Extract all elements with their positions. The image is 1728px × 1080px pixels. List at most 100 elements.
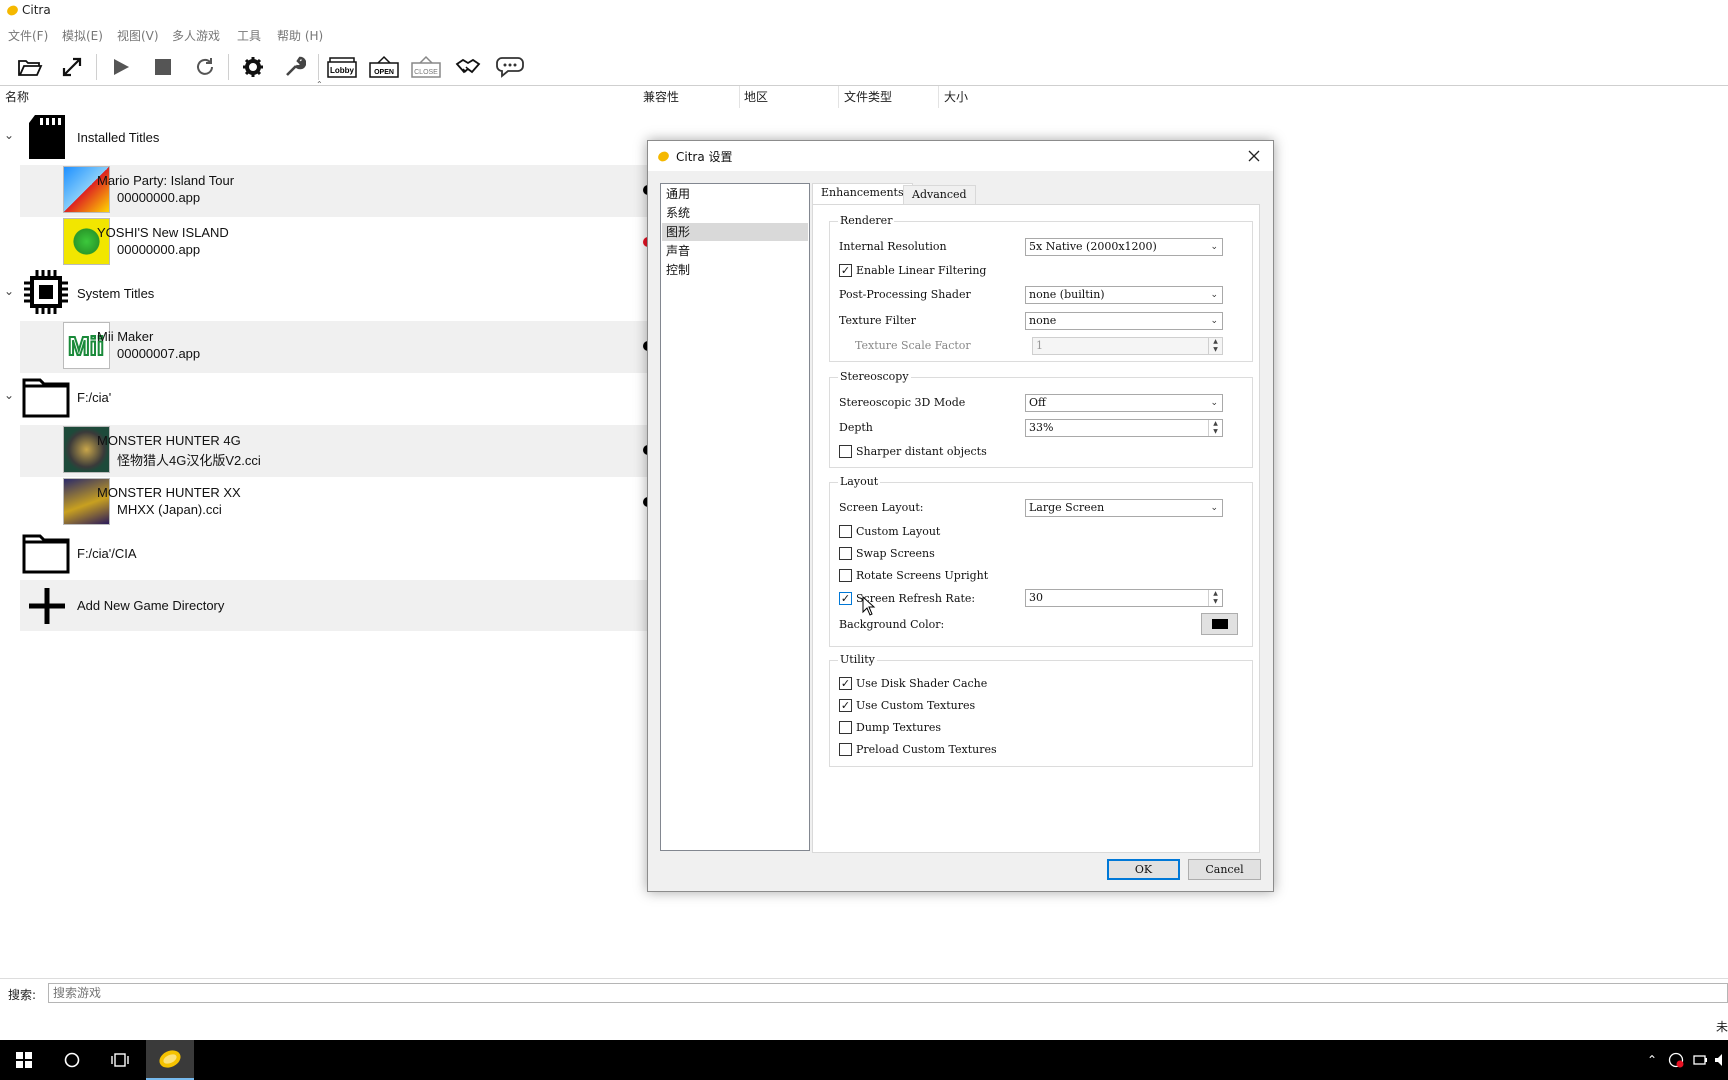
- checkbox-checked: ✓: [839, 263, 852, 277]
- search-taskbar-button[interactable]: [48, 1040, 96, 1080]
- linear-filtering-checkbox[interactable]: ✓ Enable Linear Filtering: [839, 263, 986, 277]
- game-row[interactable]: MONSTER HUNTER 4G 怪物猎人4G汉化版V2.cci: [20, 425, 650, 477]
- game-row[interactable]: Mii Mii Maker 00000007.app: [20, 321, 650, 373]
- expand-toggle-icon[interactable]: ⌄: [4, 284, 14, 298]
- category-general[interactable]: 通用: [662, 185, 808, 203]
- expand-toggle-icon[interactable]: ⌄: [4, 388, 14, 402]
- game-title: YOSHI'S New ISLAND: [97, 225, 229, 240]
- folder-icon: [22, 378, 70, 418]
- refresh-rate-checkbox[interactable]: ✓ Screen Refresh Rate:: [839, 591, 975, 605]
- stop-button[interactable]: [147, 52, 179, 82]
- dump-textures-checkbox[interactable]: Dump Textures: [839, 720, 941, 734]
- preload-textures-checkbox[interactable]: Preload Custom Textures: [839, 742, 997, 756]
- stereo-mode-label: Stereoscopic 3D Mode: [839, 396, 966, 409]
- game-filename: 怪物猎人4G汉化版V2.cci: [117, 453, 261, 468]
- group-label-cia[interactable]: F:/cia': [77, 390, 111, 405]
- game-row[interactable]: MONSTER HUNTER XX MHXX (Japan).cci: [20, 477, 650, 529]
- menu-emulation[interactable]: 模拟(E): [62, 27, 103, 44]
- post-processing-select[interactable]: none (builtin) ⌄: [1025, 286, 1223, 304]
- menu-tools[interactable]: 工具: [237, 27, 261, 44]
- disk-shader-cache-checkbox[interactable]: ✓ Use Disk Shader Cache: [839, 676, 987, 690]
- select-value: none: [1029, 314, 1057, 327]
- column-compatibility[interactable]: 兼容性: [643, 88, 679, 108]
- network-icon[interactable]: [1664, 1040, 1688, 1080]
- rotate-screens-checkbox[interactable]: Rotate Screens Upright: [839, 568, 988, 582]
- column-region[interactable]: 地区: [744, 88, 768, 108]
- sd-card-icon: [29, 115, 65, 159]
- menu-multiplayer[interactable]: 多人游戏: [172, 27, 220, 44]
- close-room-button[interactable]: CLOSE: [410, 52, 442, 82]
- restart-button[interactable]: [189, 52, 221, 82]
- menu-help[interactable]: 帮助 (H): [277, 27, 323, 44]
- close-room-icon: CLOSE: [411, 55, 441, 78]
- custom-layout-checkbox[interactable]: Custom Layout: [839, 524, 940, 538]
- tray-overflow-icon[interactable]: ⌃: [1640, 1040, 1664, 1080]
- tab-advanced[interactable]: Advanced: [903, 185, 976, 205]
- settings-button[interactable]: [237, 52, 269, 82]
- texture-filter-select[interactable]: none ⌄: [1025, 312, 1223, 330]
- game-title: MONSTER HUNTER 4G: [97, 433, 241, 448]
- spin-arrows-icon: ▲ ▼: [1208, 420, 1222, 436]
- screen-layout-select[interactable]: Large Screen ⌄: [1025, 499, 1223, 517]
- category-system[interactable]: 系统: [662, 204, 808, 222]
- ok-button[interactable]: OK: [1107, 859, 1180, 880]
- category-controls[interactable]: 控制: [662, 261, 808, 279]
- citra-taskbar-button[interactable]: [146, 1040, 194, 1080]
- category-graphics[interactable]: 图形: [662, 223, 808, 241]
- svg-text:Lobby: Lobby: [330, 66, 355, 75]
- group-label-installed[interactable]: Installed Titles: [77, 130, 159, 145]
- group-label-system[interactable]: System Titles: [77, 286, 154, 301]
- checkbox-label: Rotate Screens Upright: [856, 568, 989, 582]
- refresh-rate-spinbox[interactable]: 30 ▲ ▼: [1025, 589, 1223, 607]
- background-color-button[interactable]: [1201, 613, 1238, 635]
- open-folder-icon: [18, 60, 43, 76]
- task-view-button[interactable]: [96, 1040, 144, 1080]
- menu-view[interactable]: 视图(V): [117, 27, 159, 44]
- stereo-mode-select[interactable]: Off ⌄: [1025, 394, 1223, 412]
- toolbar: Lobby OPEN CLOSE: [0, 48, 1728, 86]
- utility-group: Utility ✓ Use Disk Shader Cache ✓ Use Cu…: [829, 653, 1253, 767]
- search-label: 搜索:: [8, 988, 37, 1002]
- custom-textures-checkbox[interactable]: ✓ Use Custom Textures: [839, 698, 975, 712]
- chat-button[interactable]: [494, 52, 526, 82]
- expand-toggle-icon[interactable]: ⌄: [4, 128, 14, 142]
- menu-file[interactable]: 文件(F): [8, 27, 48, 44]
- search-input[interactable]: [48, 983, 1728, 1003]
- game-row[interactable]: YOSHI'S New ISLAND 00000000.app: [20, 217, 650, 269]
- volume-icon[interactable]: [1712, 1040, 1728, 1080]
- open-room-button[interactable]: OPEN: [368, 52, 400, 82]
- folder-icon: [22, 534, 70, 574]
- battery-icon[interactable]: [1688, 1040, 1712, 1080]
- sharper-objects-checkbox[interactable]: Sharper distant objects: [839, 444, 987, 458]
- game-filename: MHXX (Japan).cci: [117, 502, 222, 517]
- depth-spinbox[interactable]: 33% ▲ ▼: [1025, 419, 1223, 437]
- column-name[interactable]: 名称: [5, 88, 29, 108]
- play-button[interactable]: [105, 52, 137, 82]
- category-audio[interactable]: 声音: [662, 242, 808, 260]
- game-row[interactable]: Mario Party: Island Tour 00000000.app: [20, 165, 650, 217]
- citra-logo-icon: [159, 1050, 181, 1068]
- column-size[interactable]: 大小: [944, 88, 968, 108]
- column-file-type[interactable]: 文件类型: [844, 88, 892, 108]
- group-label-cia-sub[interactable]: F:/cia'/CIA: [77, 546, 137, 561]
- connect-button[interactable]: [452, 52, 484, 82]
- tab-enhancements[interactable]: Enhancements: [812, 183, 913, 205]
- game-filename: 00000007.app: [117, 346, 201, 361]
- citra-logo-icon: [7, 5, 18, 16]
- stop-icon: [155, 59, 171, 75]
- cancel-button[interactable]: Cancel: [1188, 859, 1261, 880]
- settings-dialog: Citra 设置 通用 系统 图形 声音 控制 Enhancements Adv…: [647, 140, 1274, 892]
- close-button[interactable]: [1243, 145, 1265, 167]
- fullscreen-button[interactable]: [56, 52, 88, 82]
- dialog-title-bar: Citra 设置: [648, 141, 1273, 171]
- mouse-cursor-icon: [862, 596, 876, 616]
- lobby-button[interactable]: Lobby: [326, 52, 358, 82]
- swap-screens-checkbox[interactable]: Swap Screens: [839, 546, 935, 560]
- add-directory-label[interactable]: Add New Game Directory: [77, 598, 224, 613]
- start-button[interactable]: [0, 1040, 48, 1080]
- chevron-down-icon: ⌄: [1210, 398, 1218, 408]
- internal-resolution-select[interactable]: 5x Native (2000x1200) ⌄: [1025, 238, 1223, 256]
- tools-button[interactable]: [279, 52, 311, 82]
- texture-scale-spinbox[interactable]: 1 ▲ ▼: [1032, 337, 1223, 355]
- open-folder-button[interactable]: [14, 52, 46, 82]
